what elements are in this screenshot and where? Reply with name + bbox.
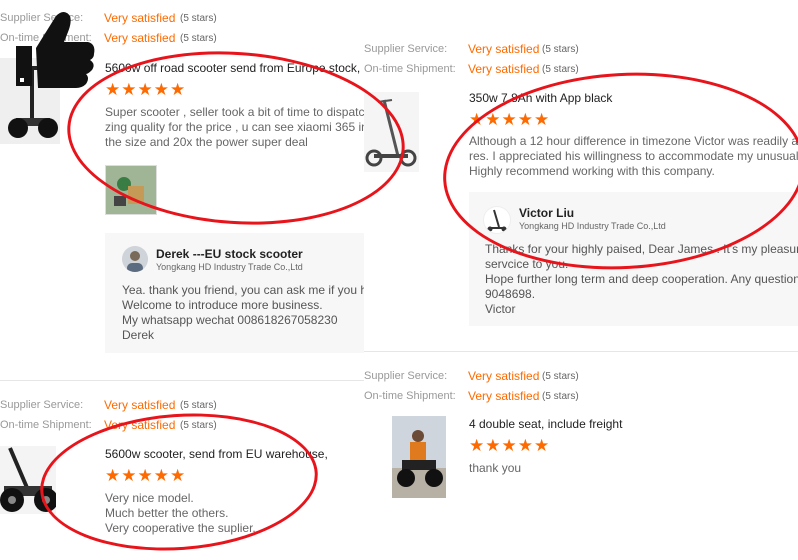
avatar (122, 246, 148, 272)
supplier-rating-text: Very satisfied (104, 11, 176, 25)
shipment-rating-stars: (5 stars) (542, 391, 579, 402)
reply-author: Derek ---EU stock scooter (156, 247, 303, 261)
reply-company: Yongkang HD Industry Trade Co.,Ltd (156, 262, 303, 272)
shipment-rating-stars: (5 stars) (542, 64, 579, 75)
shipment-label: On-time Shipment: (364, 63, 456, 75)
supplier-service-label: Supplier Service: (364, 370, 448, 382)
shipment-rating-stars: (5 stars) (180, 33, 217, 44)
supplier-rating-stars: (5 stars) (180, 13, 217, 24)
supplier-rating-stars: (5 stars) (542, 371, 579, 382)
supplier-rating-stars: (5 stars) (542, 44, 579, 55)
divider (0, 380, 372, 381)
divider (364, 351, 798, 352)
shipment-label: On-time Shipment: (0, 419, 92, 431)
supplier-service-label: Supplier Service: (364, 43, 448, 55)
star-rating: ★★★★★ (469, 436, 551, 455)
supplier-rating-text: Very satisfied (104, 398, 176, 412)
product-thumbnail[interactable] (392, 416, 446, 498)
shipment-rating-text: Very satisfied (468, 389, 540, 403)
shipment-label: On-time Shipment: (364, 390, 456, 402)
supplier-service-label: Supplier Service: (0, 399, 84, 411)
supplier-rating-stars: (5 stars) (180, 400, 217, 411)
thumbs-up-icon (8, 6, 98, 92)
review-title[interactable]: 4 double seat, include freight (469, 417, 622, 431)
review-card-4: Supplier Service: Very satisfied (5 star… (364, 366, 798, 516)
supplier-rating-text: Very satisfied (468, 42, 540, 56)
supplier-rating-text: Very satisfied (468, 369, 540, 383)
shipment-rating-text: Very satisfied (468, 62, 540, 76)
review-text: thank you (469, 461, 522, 475)
shipment-rating-text: Very satisfied (104, 31, 176, 45)
